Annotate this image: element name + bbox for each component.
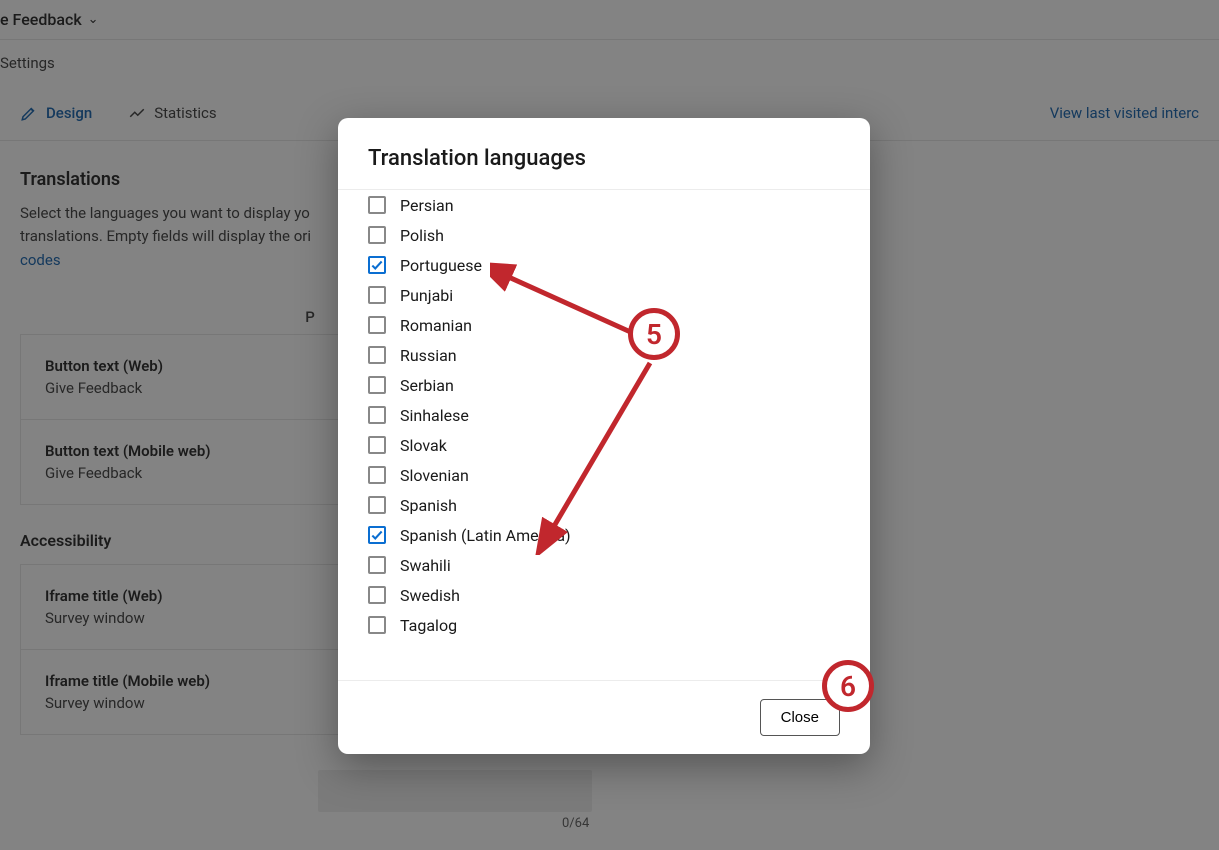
- language-option[interactable]: Spanish: [368, 490, 840, 520]
- language-option[interactable]: Russian: [368, 340, 840, 370]
- language-label: Persian: [400, 196, 454, 215]
- modal-title: Translation languages: [338, 118, 870, 189]
- language-label: Spanish (Latin America): [400, 526, 571, 545]
- checkbox[interactable]: [368, 286, 386, 304]
- checkbox[interactable]: [368, 406, 386, 424]
- language-label: Tagalog: [400, 616, 457, 635]
- checkbox[interactable]: [368, 256, 386, 274]
- modal-footer: Close: [338, 681, 870, 754]
- checkbox[interactable]: [368, 376, 386, 394]
- language-option[interactable]: Polish: [368, 220, 840, 250]
- checkbox[interactable]: [368, 556, 386, 574]
- language-label: Romanian: [400, 316, 472, 335]
- language-label: Portuguese: [400, 256, 482, 275]
- language-label: Slovenian: [400, 466, 469, 485]
- annotation-6: 6: [822, 660, 874, 712]
- checkbox[interactable]: [368, 586, 386, 604]
- language-label: Punjabi: [400, 286, 453, 305]
- translation-languages-modal: Translation languages Persian Polish Portu…: [338, 118, 870, 754]
- language-option[interactable]: Romanian: [368, 310, 840, 340]
- language-label: Swedish: [400, 586, 460, 605]
- language-label: Russian: [400, 346, 457, 365]
- language-label: Polish: [400, 226, 444, 245]
- language-option[interactable]: Spanish (Latin America): [368, 520, 840, 550]
- checkbox[interactable]: [368, 466, 386, 484]
- language-option[interactable]: Punjabi: [368, 280, 840, 310]
- checkbox[interactable]: [368, 496, 386, 514]
- language-option[interactable]: Portuguese: [368, 250, 840, 280]
- checkbox[interactable]: [368, 226, 386, 244]
- language-label: Sinhalese: [400, 406, 469, 425]
- checkbox[interactable]: [368, 526, 386, 544]
- language-label: Slovak: [400, 436, 447, 455]
- language-option[interactable]: Serbian: [368, 370, 840, 400]
- language-list[interactable]: Persian Polish Portuguese Punjabi Romanian Ru…: [338, 189, 870, 681]
- language-label: Serbian: [400, 376, 454, 395]
- language-option[interactable]: Sinhalese: [368, 400, 840, 430]
- language-option[interactable]: Slovak: [368, 430, 840, 460]
- annotation-5: 5: [628, 308, 680, 360]
- language-option[interactable]: Swedish: [368, 580, 840, 610]
- checkbox[interactable]: [368, 196, 386, 214]
- checkbox[interactable]: [368, 316, 386, 334]
- checkbox[interactable]: [368, 436, 386, 454]
- close-button[interactable]: Close: [760, 699, 840, 736]
- language-option[interactable]: Swahili: [368, 550, 840, 580]
- language-option[interactable]: Slovenian: [368, 460, 840, 490]
- checkbox[interactable]: [368, 616, 386, 634]
- language-label: Swahili: [400, 556, 451, 575]
- language-option[interactable]: Persian: [368, 190, 840, 220]
- language-label: Spanish: [400, 496, 457, 515]
- checkbox[interactable]: [368, 346, 386, 364]
- language-option[interactable]: Tagalog: [368, 610, 840, 640]
